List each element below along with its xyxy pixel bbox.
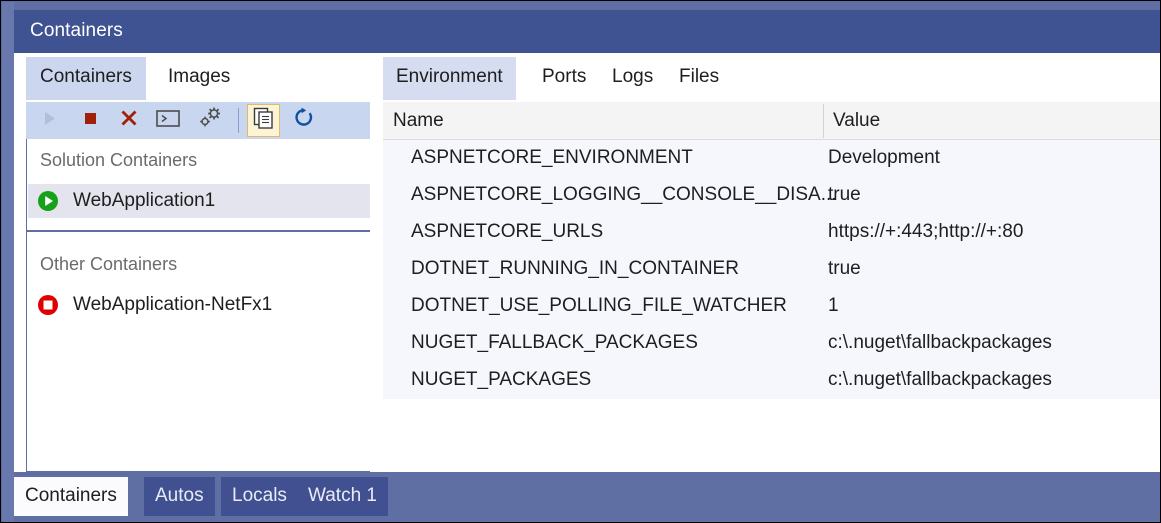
tab-images[interactable]: Images xyxy=(154,57,244,100)
tab-logs[interactable]: Logs xyxy=(599,57,666,100)
cell-name: ASPNETCORE_URLS xyxy=(411,221,603,243)
window-frame-left xyxy=(2,2,14,523)
group-header-solution: Solution Containers xyxy=(40,150,197,171)
bottom-tab-autos-label: Autos xyxy=(155,485,204,506)
tab-containers-label: Containers xyxy=(40,66,132,87)
cell-name: ASPNETCORE_ENVIRONMENT xyxy=(411,147,693,169)
tab-images-label: Images xyxy=(168,66,230,87)
cell-value: Development xyxy=(828,147,940,169)
table-row[interactable]: NUGET_PACKAGES c:\.nuget\fallbackpackage… xyxy=(383,362,1161,399)
stop-button[interactable] xyxy=(74,105,105,136)
containers-toolbar xyxy=(26,102,371,139)
debug-window-tab-bar: Containers Autos Locals Watch 1 xyxy=(14,472,1161,516)
tab-logs-label: Logs xyxy=(612,66,653,87)
cell-value: c:\.nuget\fallbackpackages xyxy=(828,369,1052,391)
status-running-icon xyxy=(33,190,63,212)
bottom-tab-autos[interactable]: Autos xyxy=(144,477,215,516)
table-row[interactable]: NUGET_FALLBACK_PACKAGES c:\.nuget\fallba… xyxy=(383,325,1161,362)
start-button[interactable] xyxy=(34,105,65,136)
settings-button[interactable] xyxy=(194,105,225,136)
cell-value: 1 xyxy=(828,295,839,317)
play-icon xyxy=(41,110,58,132)
cell-value: true xyxy=(828,258,861,280)
remove-button[interactable] xyxy=(113,105,144,136)
refresh-button[interactable] xyxy=(288,105,319,136)
table-row[interactable]: ASPNETCORE_ENVIRONMENT Development xyxy=(383,140,1161,177)
table-row[interactable]: ASPNETCORE_URLS https://+:443;http://+:8… xyxy=(383,214,1161,251)
list-item-label: WebApplication-NetFx1 xyxy=(73,294,272,316)
tab-files[interactable]: Files xyxy=(666,57,732,100)
terminal-button[interactable] xyxy=(152,105,183,136)
bottom-tab-locals-label: Locals xyxy=(232,485,287,506)
copy-button[interactable] xyxy=(247,104,280,137)
cell-name: NUGET_PACKAGES xyxy=(411,369,591,391)
gears-icon xyxy=(197,106,223,135)
terminal-icon xyxy=(156,109,180,133)
cell-value: https://+:443;http://+:80 xyxy=(828,221,1023,243)
bottom-tab-watch1-label: Watch 1 xyxy=(308,485,377,506)
tab-containers[interactable]: Containers xyxy=(26,57,146,100)
window-body: Containers Images xyxy=(14,53,1161,472)
container-details-panel: Environment Ports Logs Files Name Value xyxy=(371,53,1161,472)
list-item-webapplication-netfx1[interactable]: WebApplication-NetFx1 xyxy=(28,288,370,322)
details-tab-strip: Environment Ports Logs Files xyxy=(371,53,1161,100)
bottom-tab-locals[interactable]: Locals xyxy=(221,477,298,516)
tab-files-label: Files xyxy=(679,66,719,87)
column-header-value[interactable]: Value xyxy=(833,110,880,132)
list-item-label: WebApplication1 xyxy=(73,190,215,212)
containers-left-panel: Containers Images xyxy=(14,53,371,472)
table-row[interactable]: DOTNET_RUNNING_IN_CONTAINER true xyxy=(383,251,1161,288)
containers-list: Solution Containers WebApplication1 Othe… xyxy=(26,139,371,472)
cell-value: c:\.nuget\fallbackpackages xyxy=(828,332,1052,354)
table-body: ASPNETCORE_ENVIRONMENT Development ASPNE… xyxy=(383,140,1161,472)
left-tab-strip: Containers Images xyxy=(14,53,371,100)
cell-name: DOTNET_RUNNING_IN_CONTAINER xyxy=(411,258,739,280)
copy-icon xyxy=(253,107,275,134)
table-header-row: Name Value xyxy=(383,102,1161,140)
toolbar-separator xyxy=(238,108,239,133)
column-divider[interactable] xyxy=(823,104,824,138)
refresh-icon xyxy=(293,107,315,134)
bottom-tab-containers[interactable]: Containers xyxy=(14,477,128,516)
cell-value: true xyxy=(828,184,861,206)
tab-environment[interactable]: Environment xyxy=(383,57,516,100)
cell-name: DOTNET_USE_POLLING_FILE_WATCHER xyxy=(411,295,787,317)
tab-environment-label: Environment xyxy=(396,66,503,87)
column-header-name[interactable]: Name xyxy=(393,110,444,132)
stop-square-icon xyxy=(82,110,98,131)
window-titlebar: Containers xyxy=(14,10,1161,53)
bottom-tab-watch1[interactable]: Watch 1 xyxy=(297,477,388,516)
bottom-tab-containers-label: Containers xyxy=(25,485,117,506)
containers-tool-window: Containers Containers Images xyxy=(0,0,1161,523)
group-divider xyxy=(27,230,370,232)
tab-ports[interactable]: Ports xyxy=(529,57,599,100)
group-header-other: Other Containers xyxy=(40,254,177,275)
close-x-icon xyxy=(119,108,139,133)
list-item-webapplication1[interactable]: WebApplication1 xyxy=(28,184,370,218)
cell-name: ASPNETCORE_LOGGING__CONSOLE__DISA... xyxy=(411,184,837,206)
cell-name: NUGET_FALLBACK_PACKAGES xyxy=(411,332,698,354)
window-title: Containers xyxy=(30,20,123,42)
environment-variables-table: Name Value ASPNETCORE_ENVIRONMENT Develo… xyxy=(383,102,1161,472)
table-row[interactable]: DOTNET_USE_POLLING_FILE_WATCHER 1 xyxy=(383,288,1161,325)
status-stopped-icon xyxy=(33,294,63,316)
table-row[interactable]: ASPNETCORE_LOGGING__CONSOLE__DISA... tru… xyxy=(383,177,1161,214)
tab-ports-label: Ports xyxy=(542,66,586,87)
